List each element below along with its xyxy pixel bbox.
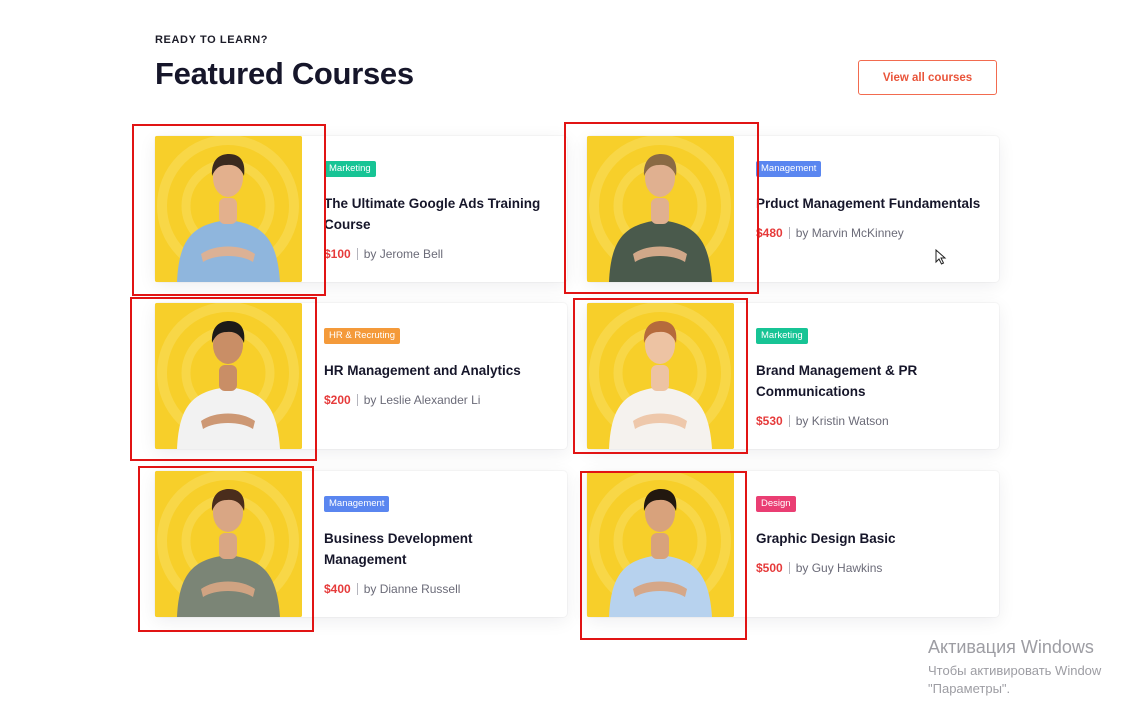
course-category-tag: Design xyxy=(756,496,796,512)
meta-divider xyxy=(356,394,358,406)
course-instructor-photo[interactable] xyxy=(587,471,734,617)
course-card-body: Management Business Development Manageme… xyxy=(324,493,553,596)
course-card-body: HR & Recruting HR Management and Analyti… xyxy=(324,325,553,407)
course-category-tag: Management xyxy=(756,161,822,177)
course-title[interactable]: Business Development Management xyxy=(324,528,553,570)
course-category-tag: Marketing xyxy=(756,328,808,344)
course-meta: $480 by Marvin McKinney xyxy=(756,226,985,240)
course-title[interactable]: Brand Management & PR Communications xyxy=(756,360,985,402)
mouse-cursor-icon xyxy=(935,249,947,265)
course-meta: $530 by Kristin Watson xyxy=(756,414,985,428)
course-title[interactable]: Prduct Management Fundamentals xyxy=(756,193,985,214)
course-card-body: Marketing Brand Management & PR Communic… xyxy=(756,325,985,428)
course-card[interactable]: HR & Recruting HR Management and Analyti… xyxy=(155,303,567,449)
course-author: by Kristin Watson xyxy=(795,414,889,428)
course-meta: $100 by Jerome Bell xyxy=(324,247,553,261)
course-author: by Leslie Alexander Li xyxy=(363,393,481,407)
course-title[interactable]: Graphic Design Basic xyxy=(756,528,985,549)
view-all-courses-button[interactable]: View all courses xyxy=(858,60,997,95)
course-category-tag: HR & Recruting xyxy=(324,328,400,344)
course-instructor-photo[interactable] xyxy=(587,303,734,449)
meta-divider xyxy=(788,562,790,574)
course-instructor-photo[interactable] xyxy=(155,136,302,282)
course-meta: $500 by Guy Hawkins xyxy=(756,561,985,575)
watermark-line: Чтобы активировать Window xyxy=(928,663,1102,678)
course-meta: $200 by Leslie Alexander Li xyxy=(324,393,553,407)
course-card[interactable]: Marketing The Ultimate Google Ads Traini… xyxy=(155,136,567,282)
course-price: $480 xyxy=(756,226,783,240)
course-price: $400 xyxy=(324,582,351,596)
course-price: $530 xyxy=(756,414,783,428)
course-instructor-photo[interactable] xyxy=(155,303,302,449)
course-price: $500 xyxy=(756,561,783,575)
watermark-line: "Параметры". xyxy=(928,681,1011,696)
course-meta: $400 by Dianne Russell xyxy=(324,582,553,596)
course-category-tag: Management xyxy=(324,496,390,512)
course-card-body: Marketing The Ultimate Google Ads Traini… xyxy=(324,158,553,261)
course-author: by Dianne Russell xyxy=(363,582,461,596)
course-card[interactable]: Design Graphic Design Basic $500 by Guy … xyxy=(587,471,999,617)
course-instructor-photo[interactable] xyxy=(155,471,302,617)
course-price: $200 xyxy=(324,393,351,407)
windows-activation-watermark: Активация Windows Чтобы активировать Win… xyxy=(928,637,1101,696)
meta-divider xyxy=(356,583,358,595)
meta-divider xyxy=(356,248,358,260)
course-price: $100 xyxy=(324,247,351,261)
watermark-title: Активация Windows xyxy=(928,637,1094,657)
meta-divider xyxy=(788,227,790,239)
course-instructor-photo[interactable] xyxy=(587,136,734,282)
course-card[interactable]: Marketing Brand Management & PR Communic… xyxy=(587,303,999,449)
meta-divider xyxy=(788,415,790,427)
course-card-body: Management Prduct Management Fundamental… xyxy=(756,158,985,240)
course-card-body: Design Graphic Design Basic $500 by Guy … xyxy=(756,493,985,575)
course-author: by Marvin McKinney xyxy=(795,226,904,240)
course-category-tag: Marketing xyxy=(324,161,376,177)
course-author: by Guy Hawkins xyxy=(795,561,883,575)
course-title[interactable]: HR Management and Analytics xyxy=(324,360,553,381)
course-title[interactable]: The Ultimate Google Ads Training Course xyxy=(324,193,553,235)
course-author: by Jerome Bell xyxy=(363,247,444,261)
eyebrow-text: READY TO LEARN? xyxy=(155,34,269,46)
course-card[interactable]: Management Business Development Manageme… xyxy=(155,471,567,617)
page-title: Featured Courses xyxy=(155,56,414,91)
